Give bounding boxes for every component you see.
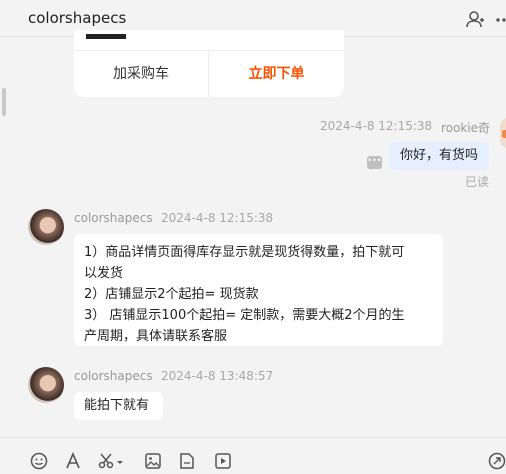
product-card: 加采购车 立即下单 <box>74 30 344 97</box>
more-options-icon[interactable] <box>494 9 506 29</box>
product-image[interactable] <box>86 34 126 39</box>
message-bubble: 1）商品详情页面得库存显示就是现货得数量，拍下就可 以发货 2）店铺显示2个起拍… <box>74 234 443 346</box>
video-icon[interactable] <box>214 452 232 470</box>
sender-name: colorshapecs <box>74 211 153 225</box>
scissors-icon[interactable] <box>98 452 116 470</box>
chevron-down-icon[interactable] <box>116 452 124 470</box>
scrollbar-thumb[interactable] <box>2 88 6 116</box>
file-icon[interactable] <box>178 452 196 470</box>
image-icon[interactable] <box>144 452 162 470</box>
avatar[interactable] <box>500 118 506 148</box>
avatar[interactable] <box>28 209 64 245</box>
emoji-icon[interactable] <box>30 452 48 470</box>
message-line: 以发货 <box>84 266 124 281</box>
input-toolbar <box>0 437 506 470</box>
message-time: 2024-4-8 13:48:57 <box>161 369 274 383</box>
font-icon[interactable] <box>64 451 82 470</box>
message-line: 产周期，具体请联系客服 <box>84 329 228 344</box>
message-menu-icon[interactable]: ••• <box>367 156 382 169</box>
send-icon[interactable] <box>488 452 506 470</box>
message-bubble: 你好，有货吗 <box>389 142 489 170</box>
message-time: 2024-4-8 12:15:38 <box>161 211 274 225</box>
add-user-icon[interactable] <box>465 9 485 29</box>
message-line: 3） 店铺显示100个起拍= 定制款，需要大概2个月的生 <box>84 308 405 323</box>
buy-now-button[interactable]: 立即下单 <box>209 51 344 97</box>
sender-name: colorshapecs <box>74 369 153 383</box>
page-title: colorshapecs <box>28 9 127 27</box>
message-line: 1）商品详情页面得库存显示就是现货得数量，拍下就可 <box>84 245 405 260</box>
message-bubble: 能拍下就有 <box>74 392 163 420</box>
message-time: 2024-4-8 12:15:38 <box>320 119 433 133</box>
sender-name: rookie奇 <box>441 121 491 135</box>
avatar[interactable] <box>28 367 64 403</box>
message-line: 2）店铺显示2个起拍= 现货款 <box>84 287 259 302</box>
add-to-cart-button[interactable]: 加采购车 <box>74 51 208 97</box>
read-status: 已读 <box>465 175 490 189</box>
message-text: 能拍下就有 <box>84 398 150 413</box>
